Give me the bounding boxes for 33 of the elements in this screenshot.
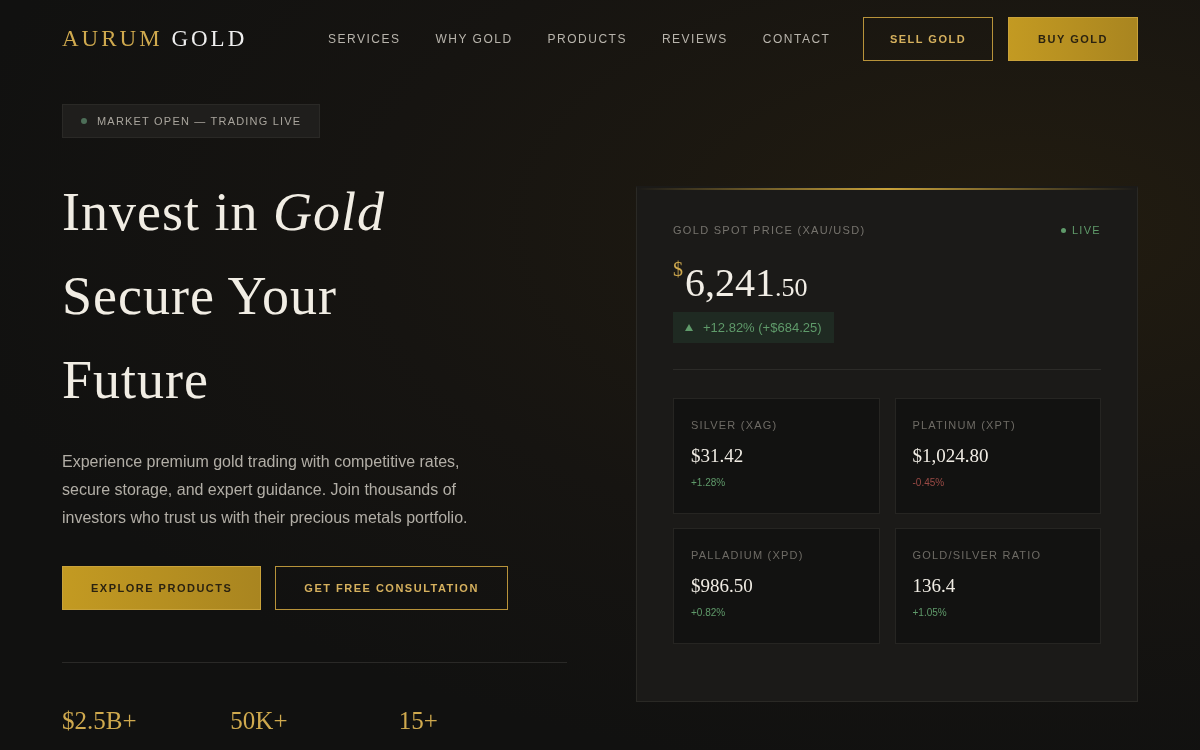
status-badge: MARKET OPEN — TRADING LIVE bbox=[62, 104, 321, 138]
nav-link[interactable]: PRODUCTS bbox=[547, 32, 627, 46]
sell-button[interactable]: SELL GOLD bbox=[863, 17, 993, 61]
metal-price: $1,024.80 bbox=[912, 445, 989, 467]
metal-price: $31.42 bbox=[691, 445, 744, 467]
nav-link[interactable]: WHY GOLD bbox=[435, 32, 513, 46]
price-change: +12.82% (+$684.25) bbox=[673, 312, 834, 343]
stat-value: 15+ bbox=[398, 707, 439, 735]
metal-name: PALLADIUM (XPD) bbox=[691, 549, 804, 561]
metal-change: +1.05% bbox=[912, 607, 947, 618]
nav-link[interactable]: SERVICES bbox=[328, 32, 401, 46]
buy-button[interactable]: BUY GOLD bbox=[1008, 17, 1138, 61]
metal-change: +0.82% bbox=[691, 607, 726, 618]
nav-link[interactable]: CONTACT bbox=[762, 32, 831, 46]
intro-paragraph: Experience premium gold trading with competitive rates, secure storage, and expert guidance. Join thousands of investors who trust us with their precious metals portfolio. bbox=[62, 452, 469, 528]
metal-name: PLATINUM (XPT) bbox=[912, 419, 1016, 431]
live-indicator: LIVE bbox=[1060, 224, 1101, 236]
metal-change: -0.45% bbox=[912, 477, 945, 488]
nav-link[interactable]: REVIEWS bbox=[661, 32, 728, 46]
up-triangle-icon bbox=[685, 324, 693, 331]
explore-button[interactable]: EXPLORE PRODUCTS bbox=[62, 566, 262, 610]
metal-name: GOLD/SILVER RATIO bbox=[912, 549, 1042, 561]
spot-price: $^{$}$6,241.50 bbox=[673, 258, 808, 306]
metal-change: +1.28% bbox=[691, 477, 726, 488]
metal-price: $986.50 bbox=[691, 575, 753, 597]
brand-logo[interactable]: AURUM GOLD bbox=[62, 26, 328, 52]
metal-price: 136.4 bbox=[912, 575, 956, 597]
stat-value: 50K+ bbox=[230, 707, 289, 735]
stat-value: $2.5B+ bbox=[62, 707, 138, 735]
hero-headline: Invest in Gold Secure Your Future bbox=[62, 181, 386, 412]
card-title: GOLD SPOT PRICE (XAU/USD) bbox=[673, 224, 866, 236]
consultation-button[interactable]: GET FREE CONSULTATION bbox=[275, 566, 508, 610]
metal-name: SILVER (XAG) bbox=[691, 419, 778, 431]
